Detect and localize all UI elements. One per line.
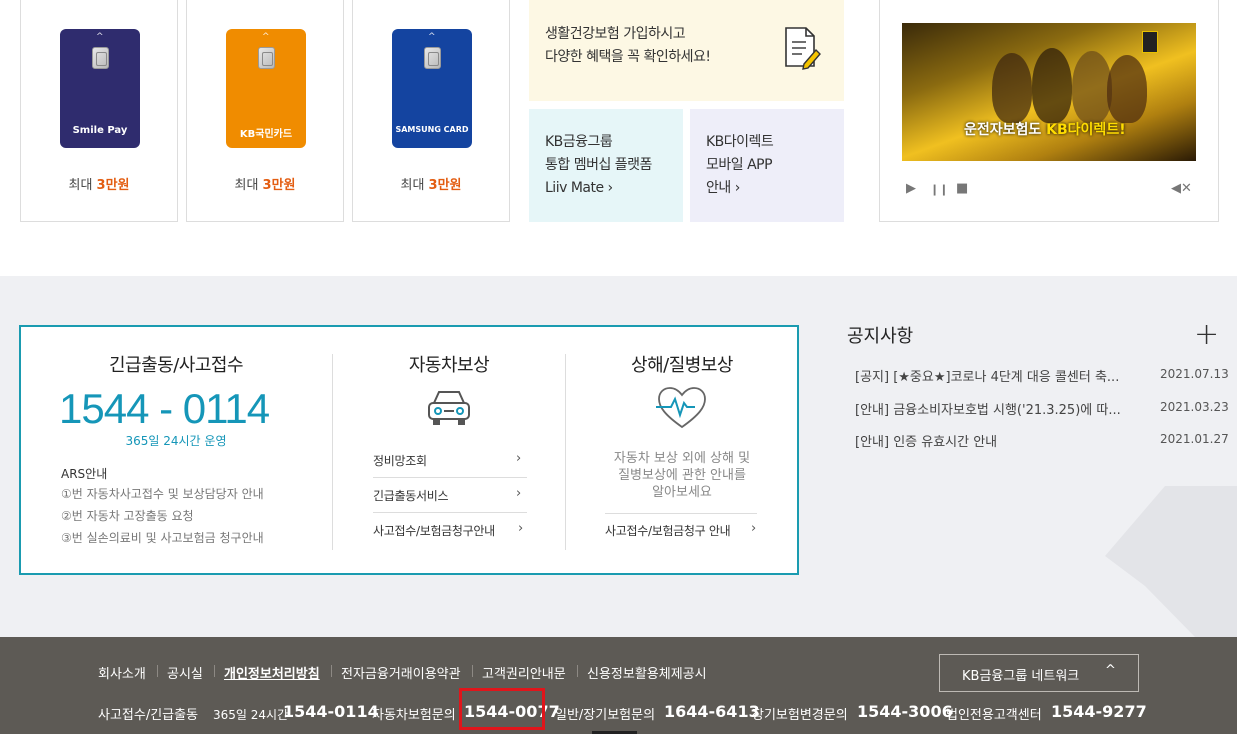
chevron-up-icon: ^ <box>1105 663 1116 678</box>
notice-date: 2021.03.23 <box>1160 400 1229 414</box>
ars-item: ①번 자동차사고접수 및 보상담당자 안내 <box>61 487 264 501</box>
card-promo-samsungcard[interactable]: ^ SAMSUNG CARD 최대 3만원 <box>352 0 510 222</box>
footer-longterm-label: 장기보험변경문의 <box>752 708 848 723</box>
card-logo: Smile Pay <box>72 125 128 136</box>
footer-link-customer-rights[interactable]: 고객권리안내문 <box>482 663 566 682</box>
footer-accident-number[interactable]: 1544-0114 <box>283 702 379 721</box>
divider <box>472 665 473 677</box>
ars-title: ARS안내 <box>61 467 108 481</box>
divider <box>605 513 757 514</box>
footer-link-company[interactable]: 회사소개 <box>98 663 146 682</box>
kb-network-dropdown[interactable]: KB금융그룹 네트워크 ^ <box>939 654 1139 692</box>
footer-general-number[interactable]: 1644-6413 <box>664 702 760 721</box>
promo-health-banner[interactable]: 생활건강보험 가입하시고 다양한 혜택을 꼭 확인하세요! <box>529 0 844 101</box>
divider <box>577 665 578 677</box>
kbcard-card-image: ^ KB국민카드 <box>226 29 306 148</box>
card-logo: KB국민카드 <box>239 129 293 140</box>
footer-link-efinance-terms[interactable]: 전자금융거래이용약관 <box>341 663 461 682</box>
divider <box>332 354 333 550</box>
card-benefit: 최대 3만원 <box>68 178 130 193</box>
footer: 회사소개 공시실 개인정보처리방침 전자금융거래이용약관 고객권리안내문 신용정… <box>0 637 1237 734</box>
smilepay-card-image: ^ Smile Pay <box>60 29 140 148</box>
ars-item: ③번 실손의료비 및 사고보험금 청구안내 <box>61 531 264 545</box>
emergency-phone[interactable]: 1544 - 0114 <box>59 385 270 433</box>
footer-link-privacy[interactable]: 개인정보처리방침 <box>224 663 320 682</box>
footer-auto-label: 자동차보험문의 <box>372 708 456 723</box>
footer-link-disclosure[interactable]: 공시실 <box>167 663 203 682</box>
samsungcard-card-image: ^ SAMSUNG CARD <box>392 29 472 148</box>
card-promo-smilepay[interactable]: ^ Smile Pay 최대 3만원 <box>20 0 178 222</box>
divider <box>214 665 215 677</box>
document-pen-icon <box>785 27 821 70</box>
link-claim-guide[interactable]: 사고접수/보험금청구안내 <box>373 522 495 539</box>
notice-date: 2021.07.13 <box>1160 367 1229 381</box>
customer-service-panel: 긴급출동/사고접수 1544 - 0114 365일 24시간 운영 ARS안내… <box>19 325 799 575</box>
video-player[interactable]: 운전자보험도 KB다이렉트! <box>902 23 1196 161</box>
chevron-right-icon: › <box>751 521 757 536</box>
chevron-right-icon: › <box>734 180 741 196</box>
footer-accident-label: 사고접수/긴급출동 <box>98 708 199 723</box>
chevron-right-icon: › <box>607 180 614 196</box>
promo-mobile-app[interactable]: KB다이렉트 모바일 APP 안내 › <box>690 109 844 222</box>
card-benefit: 최대 3만원 <box>234 178 296 193</box>
notice-item[interactable]: [안내] 금융소비자보호법 시행('21.3.25)에 따... <box>855 399 1121 418</box>
mute-icon[interactable]: ◀✕ <box>1171 181 1192 196</box>
card-benefit: 최대 3만원 <box>400 178 462 193</box>
link-repair-shop[interactable]: 정비망조회 <box>373 452 427 469</box>
notice-item[interactable]: [공지] [★중요★]코로나 4단계 대응 콜센터 축... <box>855 366 1119 385</box>
divider <box>373 512 527 513</box>
video-caption: 운전자보험도 KB다이렉트! <box>964 122 1126 138</box>
car-icon <box>428 391 470 425</box>
notice-date: 2021.01.27 <box>1160 432 1229 446</box>
footer-general-label: 일반/장기보험문의 <box>555 708 656 723</box>
card-promo-kbcard[interactable]: ^ KB국민카드 최대 3만원 <box>186 0 344 222</box>
notice-title: 공지사항 <box>847 326 914 347</box>
injury-comp-title: 상해/질병보상 <box>631 355 733 376</box>
footer-corp-label: 법인전용고객센터 <box>946 708 1042 723</box>
footer-accident-hours: 365일 24시간 <box>213 708 289 722</box>
heart-pulse-icon <box>656 387 706 429</box>
emergency-title: 긴급출동/사고접수 <box>108 355 244 376</box>
card-logo: SAMSUNG CARD <box>395 125 469 134</box>
video-badge <box>1142 31 1158 53</box>
chevron-right-icon: › <box>518 521 524 536</box>
injury-description: 자동차 보상 외에 상해 및 질병보상에 관한 안내를 알아보세요 <box>613 451 751 500</box>
footer-corp-number[interactable]: 1544-9277 <box>1051 702 1147 721</box>
divider <box>373 477 527 478</box>
footer-link-credit-info[interactable]: 신용정보활용체제공시 <box>587 663 707 682</box>
chevron-right-icon: › <box>516 451 522 466</box>
divider <box>331 665 332 677</box>
plus-icon[interactable]: + <box>1194 320 1219 350</box>
highlight-box <box>459 688 545 730</box>
promo-liiv-mate[interactable]: KB금융그룹 통합 멤버십 플랫폼 Liiv Mate › <box>529 109 683 222</box>
play-icon[interactable]: ▶ <box>906 181 916 196</box>
divider <box>157 665 158 677</box>
link-emergency-service[interactable]: 긴급출동서비스 <box>373 487 448 504</box>
emergency-hours: 365일 24시간 운영 <box>125 434 227 448</box>
link-injury-claim[interactable]: 사고접수/보험금청구 안내 <box>605 522 731 539</box>
notice-item[interactable]: [안내] 인증 유효시간 안내 <box>855 431 997 450</box>
chevron-right-icon: › <box>516 486 522 501</box>
stop-icon[interactable]: ■ <box>956 181 968 196</box>
decorative-star-shape <box>1105 486 1237 637</box>
auto-comp-title: 자동차보상 <box>408 355 490 376</box>
pause-icon[interactable]: ❙❙ <box>930 183 948 196</box>
ars-item: ②번 자동차 고장출동 요청 <box>61 509 194 523</box>
footer-longterm-number[interactable]: 1544-3006 <box>857 702 953 721</box>
